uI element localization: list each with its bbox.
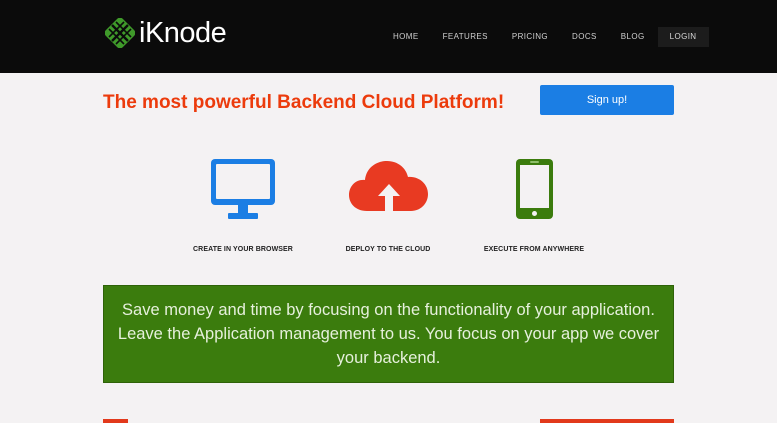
nav-pricing[interactable]: PRICING <box>500 27 560 47</box>
main-nav: HOME FEATURES PRICING DOCS BLOG LOGIN <box>381 27 709 47</box>
hero-title: The most powerful Backend Cloud Platform… <box>103 92 505 113</box>
value-banner: Save money and time by focusing on the f… <box>103 285 674 383</box>
section-marker-left <box>103 419 128 423</box>
brand-name: iKnode <box>139 17 227 49</box>
navbar: iKnode HOME FEATURES PRICING DOCS BLOG L… <box>0 0 777 73</box>
nav-blog[interactable]: BLOG <box>609 27 657 47</box>
monitor-icon <box>211 159 275 219</box>
nav-home[interactable]: HOME <box>381 27 431 47</box>
feature-label-cloud: DEPLOY TO THE CLOUD <box>345 246 431 253</box>
nav-features[interactable]: FEATURES <box>431 27 500 47</box>
cloud-upload-icon <box>349 161 428 211</box>
nav-login[interactable]: LOGIN <box>657 27 709 47</box>
brand-logo[interactable]: iKnode <box>105 17 227 49</box>
section-button-right[interactable] <box>540 419 674 423</box>
nav-docs[interactable]: DOCS <box>560 27 609 47</box>
signup-button[interactable]: Sign up! <box>540 85 674 115</box>
smartphone-icon <box>516 159 553 219</box>
feature-label-anywhere: EXECUTE FROM ANYWHERE <box>483 246 585 253</box>
feature-label-browser: CREATE IN YOUR BROWSER <box>193 246 293 253</box>
iknode-logo-icon <box>105 18 135 48</box>
